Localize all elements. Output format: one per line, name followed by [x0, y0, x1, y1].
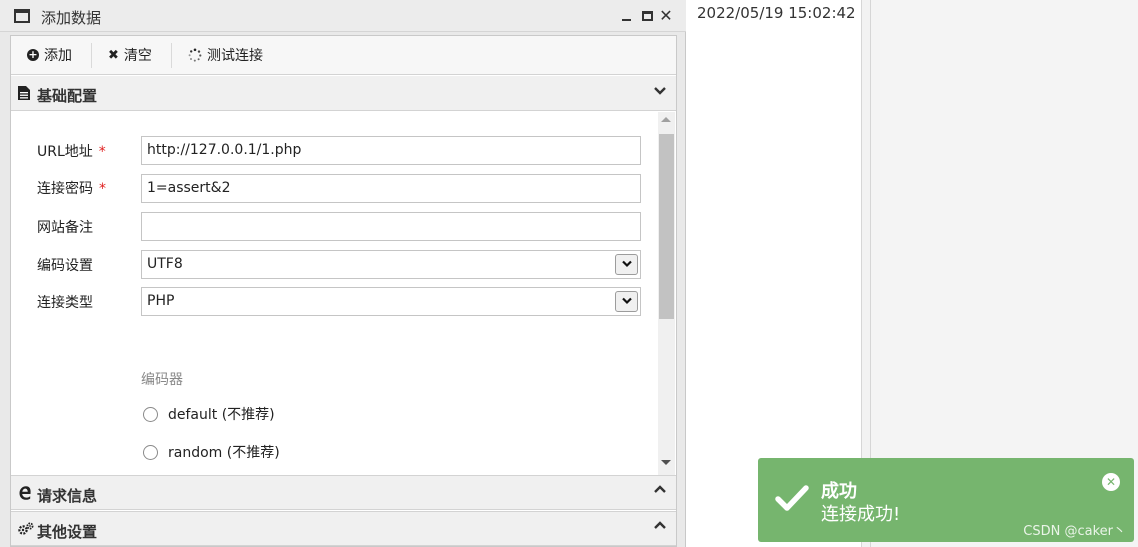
maximize-button[interactable]	[637, 4, 657, 28]
encoding-select[interactable]: UTF8	[141, 250, 641, 279]
scrollbar-thumb[interactable]	[659, 134, 674, 319]
radio-button[interactable]	[143, 444, 158, 460]
test-connection-label: 测试连接	[207, 48, 263, 64]
password-label: 连接密码 *	[37, 178, 106, 198]
toast-message: 连接成功!	[821, 504, 901, 525]
basic-config-form: URL地址 * http://127.0.0.1/1.php 连接密码 * 1=as…	[11, 112, 676, 475]
add-data-panel: + 添加 ✖ 清空 测试连接 基础配置 URL地址 * http://127.0…	[10, 35, 677, 547]
minimize-button[interactable]	[616, 4, 636, 28]
minimize-icon	[622, 19, 631, 21]
clear-button-label: 清空	[123, 48, 152, 64]
encoding-value: UTF8	[147, 256, 183, 272]
chevron-up-icon	[654, 484, 666, 500]
chevron-up-icon	[654, 520, 666, 536]
plus-circle-icon: +	[27, 48, 39, 61]
toolbar: + 添加 ✖ 清空 测试连接	[11, 36, 676, 75]
url-label: URL地址 *	[37, 141, 106, 161]
required-mark: *	[99, 181, 106, 197]
scroll-up-arrow-icon[interactable]	[661, 117, 671, 122]
encoder-option-label: random (不推荐)	[168, 445, 280, 461]
window-icon	[14, 9, 30, 23]
window-titlebar[interactable]: 添加数据 ✕	[0, 0, 686, 32]
spinner-icon	[188, 48, 202, 62]
type-label: 连接类型	[37, 295, 93, 311]
connection-type-select[interactable]: PHP	[141, 287, 641, 316]
encoder-option-default[interactable]: default (不推荐)	[143, 404, 275, 424]
chevron-down-icon	[615, 291, 638, 312]
required-mark: *	[98, 144, 106, 160]
radio-button[interactable]	[143, 406, 158, 422]
toolbar-separator	[171, 43, 172, 68]
section-request-info[interactable]: 请求信息	[11, 475, 676, 510]
maximize-icon	[642, 11, 653, 21]
toolbar-separator	[91, 43, 92, 68]
x-icon: ✖	[108, 47, 119, 63]
check-icon	[775, 485, 809, 511]
encoder-option-random[interactable]: random (不推荐)	[143, 442, 280, 462]
success-toast: 成功 连接成功! ✕ CSDN @caker丶	[758, 458, 1134, 542]
encoder-title: 编码器	[141, 372, 183, 388]
section-other-label: 其他设置	[37, 523, 98, 541]
section-other-settings[interactable]: 其他设置	[11, 511, 676, 546]
watermark: CSDN @caker丶	[1023, 524, 1126, 539]
section-basic-config[interactable]: 基础配置	[11, 76, 676, 111]
chevron-down-icon	[654, 84, 666, 100]
scroll-down-arrow-icon[interactable]	[661, 460, 671, 465]
chevron-down-icon	[615, 254, 638, 275]
toast-close-button[interactable]: ✕	[1102, 473, 1120, 491]
connection-type-value: PHP	[147, 293, 175, 309]
encoder-option-label: default (不推荐)	[168, 407, 275, 423]
gears-icon	[18, 522, 34, 540]
close-icon: ✕	[1105, 475, 1117, 489]
url-input[interactable]: http://127.0.0.1/1.php	[141, 136, 641, 165]
test-connection-button[interactable]: 测试连接	[188, 43, 263, 67]
section-basic-label: 基础配置	[37, 87, 98, 105]
note-input[interactable]	[141, 212, 641, 241]
edge-e-icon	[18, 486, 32, 504]
window-title: 添加数据	[41, 9, 102, 27]
close-button[interactable]: ✕	[656, 4, 676, 28]
password-label-text: 连接密码	[37, 181, 93, 197]
note-label: 网站备注	[37, 220, 93, 236]
timestamp: 2022/05/19 15:02:42	[697, 4, 856, 22]
form-scrollbar[interactable]	[658, 112, 675, 475]
add-button-label: 添加	[44, 48, 72, 64]
section-request-label: 请求信息	[37, 487, 98, 505]
close-icon: ✕	[659, 6, 673, 25]
encoding-label: 编码设置	[37, 258, 93, 274]
document-icon	[18, 86, 30, 104]
clear-button[interactable]: ✖ 清空	[108, 43, 152, 67]
password-input[interactable]: 1=assert&2	[141, 174, 641, 203]
url-label-text: URL地址	[37, 144, 93, 160]
add-data-window: 添加数据 ✕ + 添加 ✖ 清空 测试连接 基础配置 URL地址 * http:…	[0, 0, 686, 547]
add-button[interactable]: + 添加	[27, 43, 72, 67]
